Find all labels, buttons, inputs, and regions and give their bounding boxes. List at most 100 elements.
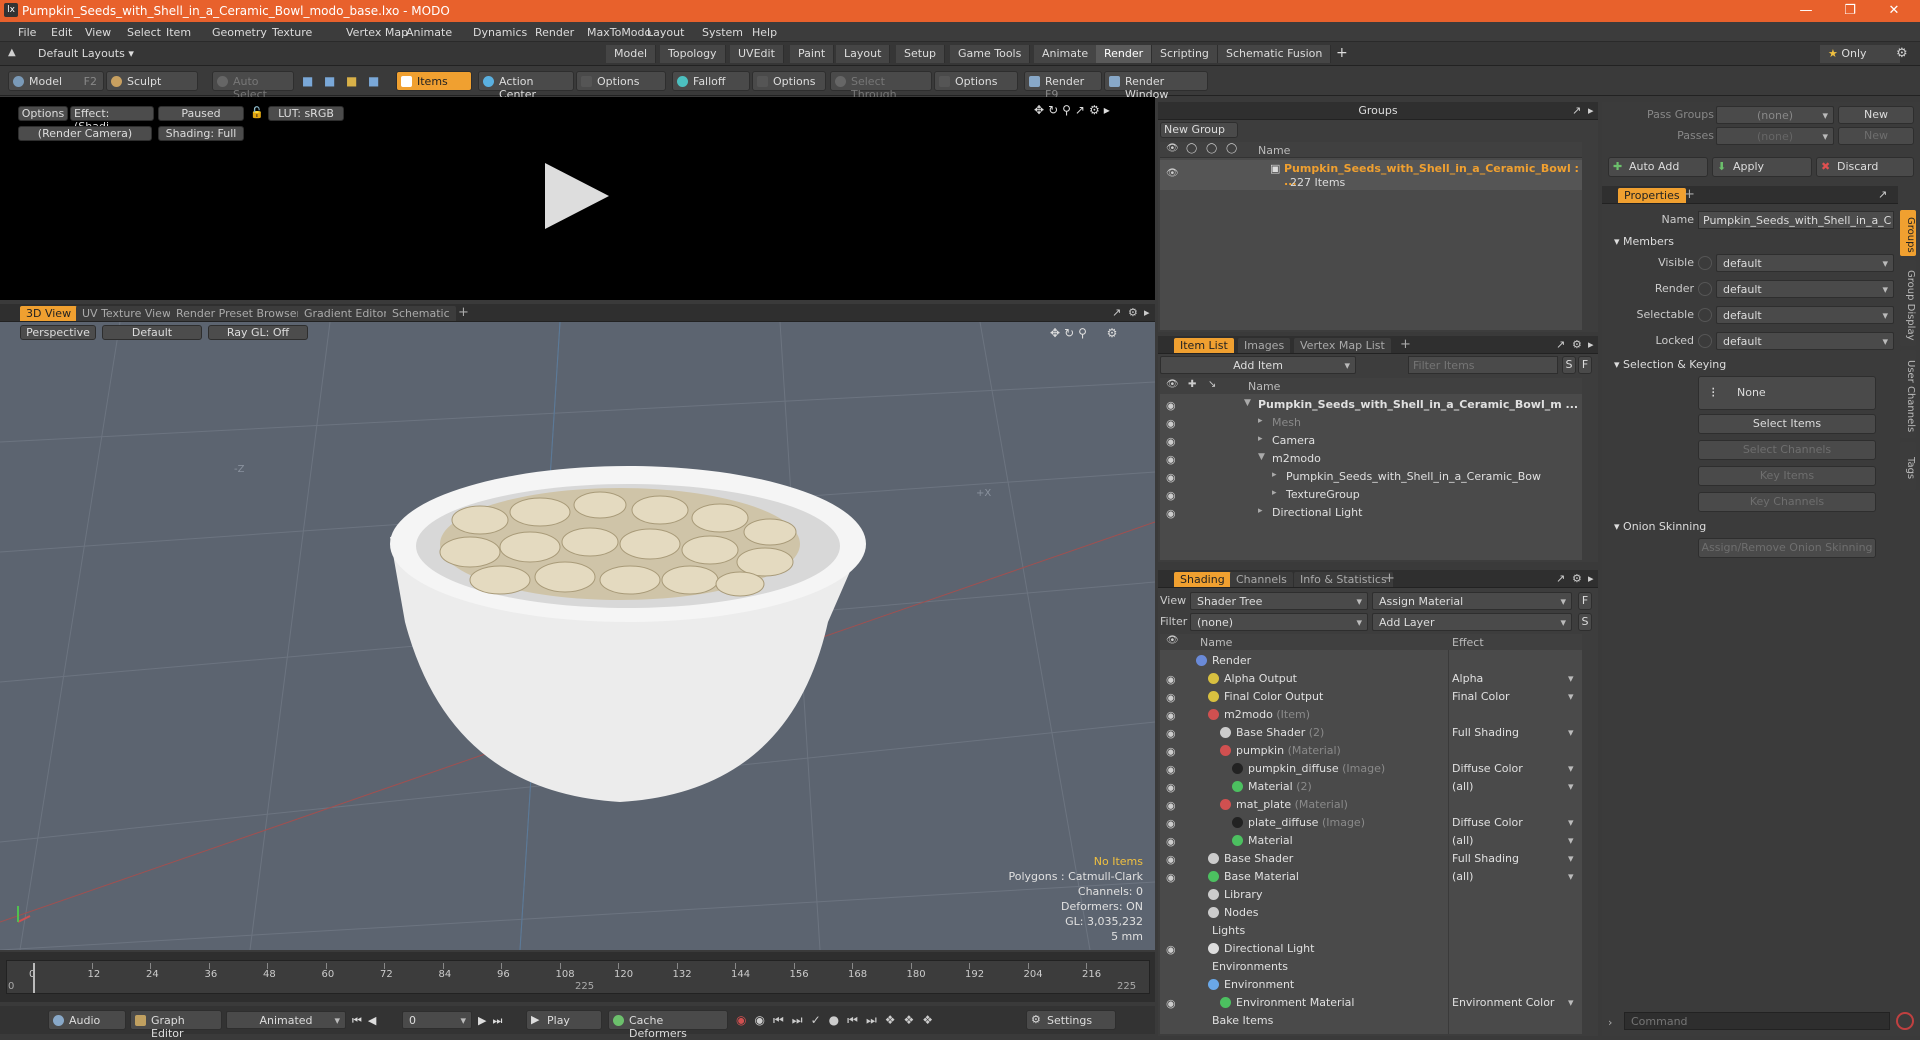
lock-icon[interactable]: 🔓: [250, 106, 264, 119]
key-tools[interactable]: ◉◉⏮⏭✓●⏮⏭❖❖❖: [736, 1013, 1016, 1028]
viewport-tab-uv-texture-view[interactable]: UV Texture View: [76, 306, 177, 321]
gear-icon[interactable]: ⚙: [1572, 572, 1582, 585]
transport-forward-controls[interactable]: ▶⏭: [478, 1014, 508, 1028]
maximize-icon[interactable]: ↗: [1112, 306, 1121, 319]
select-through-button[interactable]: Select Through: [830, 71, 932, 101]
last-frame-icon[interactable]: ⏭: [492, 1014, 508, 1027]
shader-row[interactable]: Bake Items: [1160, 1012, 1582, 1030]
edge-mode-icon[interactable]: ■: [324, 74, 335, 88]
menu-animate[interactable]: Animate: [406, 26, 452, 39]
item-row[interactable]: ◉ ▸ Directional Light: [1160, 504, 1582, 522]
animated-dropdown[interactable]: Animated: [226, 1011, 346, 1029]
effect-dropdown-icon[interactable]: ▾: [1568, 816, 1574, 829]
timeline-ruler[interactable]: 0 12 24 36 48 60 72 84 96 108 120 132 144 156 168 180 19…: [6, 960, 1150, 994]
move-icon[interactable]: ✥: [1034, 103, 1048, 117]
menu-geometry[interactable]: Geometry: [212, 26, 267, 39]
field-anim-icon[interactable]: [1698, 334, 1712, 348]
assign-onion-button[interactable]: Assign/Remove Onion Skinning: [1698, 538, 1876, 558]
shader-row[interactable]: ◉ Base Shader (2) Full Shading ▾: [1160, 724, 1582, 742]
expand-icon[interactable]: ▸: [1588, 104, 1594, 117]
members-section[interactable]: ▾ Members: [1614, 235, 1674, 248]
shading-tab-shading[interactable]: Shading: [1174, 572, 1231, 587]
shader-row[interactable]: ◉ Environment Material Environment Color ▾: [1160, 994, 1582, 1012]
field-anim-icon[interactable]: [1698, 282, 1712, 296]
none-channel-button[interactable]: ⁝ None: [1698, 376, 1876, 410]
add-layout-icon[interactable]: +: [1336, 45, 1348, 61]
zoom-icon[interactable]: ⚲: [1078, 326, 1091, 340]
eye-icon[interactable]: ◉: [1166, 489, 1176, 502]
close-icon[interactable]: ✕: [1874, 2, 1914, 20]
add-tab-icon[interactable]: +: [1684, 187, 1695, 202]
shader-row[interactable]: ◉ Material (all) ▾: [1160, 832, 1582, 850]
shader-effect[interactable]: Full Shading: [1452, 726, 1519, 739]
material-mode-icon[interactable]: ■: [368, 74, 379, 88]
shader-row[interactable]: ◉ plate_diffuse (Image) Diffuse Color ▾: [1160, 814, 1582, 832]
side-tab-tags[interactable]: Tags: [1900, 442, 1916, 490]
tab-schematic-fusion[interactable]: Schematic Fusion: [1218, 45, 1332, 63]
audio-button[interactable]: Audio: [48, 1010, 126, 1030]
lut-dropdown[interactable]: LUT: sRGB: [268, 106, 344, 121]
menu-file[interactable]: File: [18, 26, 36, 39]
zoom-icon[interactable]: ⚲: [1062, 103, 1075, 117]
filter-icon[interactable]: ❖: [922, 1013, 941, 1027]
render-window-button[interactable]: Render Window: [1104, 71, 1208, 101]
render-camera-dropdown[interactable]: (Render Camera): [18, 126, 152, 141]
transport-back-controls[interactable]: ⏮◀: [352, 1014, 382, 1028]
only-toggle[interactable]: ★ Only: [1820, 45, 1900, 63]
shader-effect[interactable]: (all): [1452, 870, 1473, 883]
maximize-icon[interactable]: ↗: [1556, 572, 1565, 585]
options-button-1[interactable]: Options: [576, 71, 666, 91]
item-list-tab-images[interactable]: Images: [1238, 338, 1291, 353]
render-preview[interactable]: Options Effect: (Shadi... Paused 🔓 LUT: …: [0, 97, 1155, 300]
add-viewport-tab-icon[interactable]: +: [452, 304, 475, 321]
command-record-icon[interactable]: [1896, 1012, 1914, 1030]
gear-icon[interactable]: ⚙: [1572, 338, 1582, 351]
tab-model[interactable]: Model: [606, 45, 657, 63]
side-tab-group-display[interactable]: Group Display: [1900, 260, 1916, 346]
eye-icon[interactable]: ◉: [1166, 853, 1176, 866]
minimize-icon[interactable]: —: [1786, 2, 1826, 20]
groups-list[interactable]: 👁 ◯ ◯ ◯ Name 👁 ▣ Pumpkin_Seeds_with_Shel…: [1160, 142, 1582, 330]
command-expand-icon[interactable]: ›: [1608, 1016, 1612, 1029]
eye-icon[interactable]: ◉: [1166, 763, 1176, 776]
eye-icon[interactable]: ◉: [1166, 781, 1176, 794]
group-name-input[interactable]: [1698, 211, 1894, 229]
assign-material-dropdown[interactable]: Assign Material: [1372, 592, 1572, 610]
apply-button[interactable]: ⬇ Apply: [1712, 157, 1812, 177]
prev-frame-icon[interactable]: ⏮: [773, 1013, 792, 1027]
tab-scripting[interactable]: Scripting: [1152, 45, 1218, 63]
selection-mode-icons[interactable]: ■ ■ ■ ■: [300, 74, 390, 90]
vertex-mode-icon[interactable]: ■: [302, 74, 313, 88]
side-tab-groups[interactable]: Groups: [1900, 210, 1916, 256]
eye-icon[interactable]: ◉: [1166, 727, 1176, 740]
auto-select-button[interactable]: Auto Select: [212, 71, 294, 101]
shader-row[interactable]: ◉ Base Shader Full Shading ▾: [1160, 850, 1582, 868]
options-button-3[interactable]: Options: [934, 71, 1018, 91]
effect-dropdown-icon[interactable]: ▾: [1568, 834, 1574, 847]
filter-f-button[interactable]: F: [1578, 356, 1592, 374]
gear-icon[interactable]: ⚙: [1896, 46, 1908, 61]
cache-deformers-button[interactable]: Cache Deformers: [608, 1010, 728, 1040]
default-style-dropdown[interactable]: Default: [102, 325, 202, 340]
eye-icon[interactable]: ◉: [1166, 799, 1176, 812]
render-options-button[interactable]: Options: [18, 106, 68, 121]
move-icon[interactable]: ✥: [1050, 326, 1064, 340]
shader-row[interactable]: ◉ mat_plate (Material): [1160, 796, 1582, 814]
menu-texture[interactable]: Texture: [272, 26, 312, 39]
shader-row[interactable]: ◉ Material (2) (all) ▾: [1160, 778, 1582, 796]
default-layouts-menu[interactable]: Default Layouts ▾: [38, 47, 134, 60]
shader-tree[interactable]: 👁 Name Effect Render ◉ Alpha Output Alpha ▾ ◉…: [1160, 634, 1582, 1034]
shader-row[interactable]: ◉ Directional Light: [1160, 940, 1582, 958]
rotate-icon[interactable]: ↻: [1064, 326, 1078, 340]
viewport-tab-schematic[interactable]: Schematic: [386, 306, 456, 321]
shader-row[interactable]: ◉ Final Color Output Final Color ▾: [1160, 688, 1582, 706]
item-list-tab-vertex-map-list[interactable]: Vertex Map List: [1294, 338, 1391, 353]
item-row[interactable]: ◉ ▸ Mesh: [1160, 414, 1582, 432]
pass-groups-dropdown[interactable]: (none): [1716, 106, 1834, 124]
items-mode-button[interactable]: Items: [396, 71, 472, 91]
play-small-icon[interactable]: ▸: [1104, 103, 1114, 117]
tab-paint[interactable]: Paint: [790, 45, 835, 63]
menu-dynamics[interactable]: Dynamics: [473, 26, 527, 39]
menu-render[interactable]: Render: [535, 26, 574, 39]
eye-icon[interactable]: 👁: [1166, 168, 1179, 179]
